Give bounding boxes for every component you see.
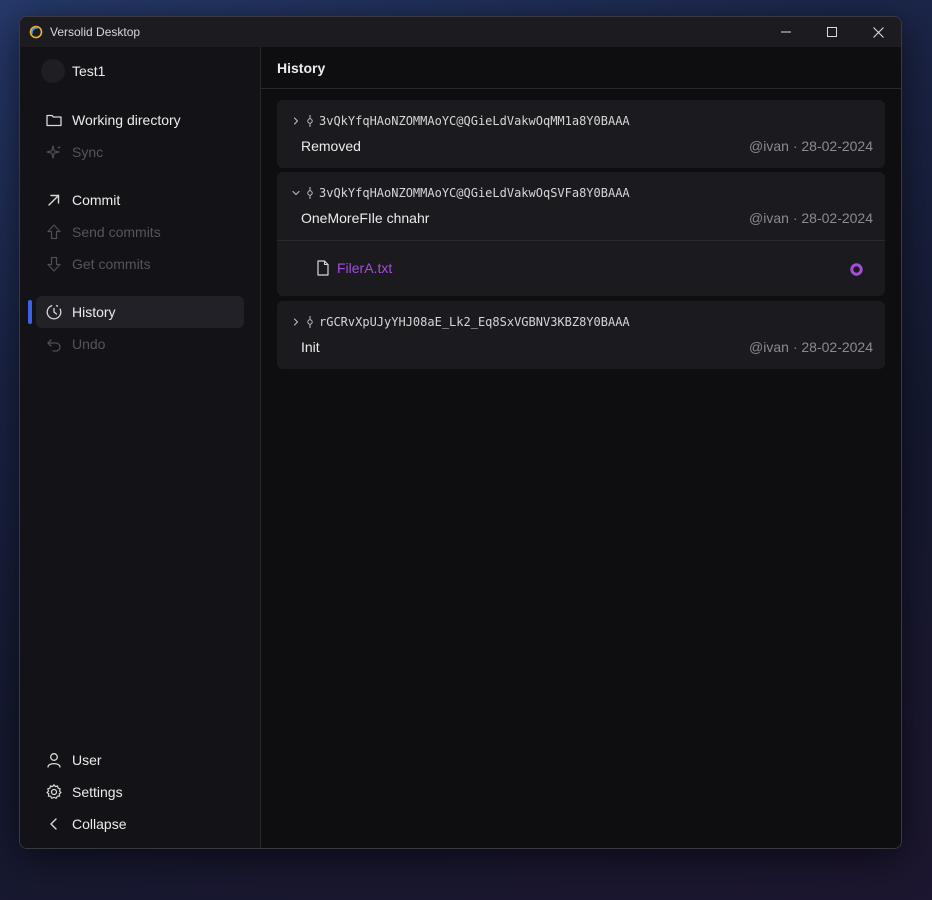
sidebar-item-working-directory[interactable]: Working directory [36,104,244,136]
sidebar-item-get-commits: Get commits [36,248,244,280]
commit-icon [305,187,315,199]
maximize-icon [827,27,837,37]
sidebar-item-label: User [72,752,102,768]
sidebar-item-history[interactable]: History [36,296,244,328]
commit-header[interactable]: 3vQkYfqHAoNZOMMAoYC@QGieLdVakwOqMM1a8Y0B… [277,100,885,168]
arrow-up-outline-icon [45,223,63,241]
chevron-down-icon[interactable] [291,188,301,198]
minimize-icon [781,31,791,33]
sidebar-item-label: Send commits [72,224,161,240]
commit-meta: @ivan · 28-02-2024 [749,339,873,355]
sidebar: Test1 Working directory Sync Commit Send… [20,47,261,848]
maximize-button[interactable] [809,17,855,47]
sidebar-item-label: Commit [72,192,121,208]
folder-icon [45,111,63,129]
sidebar-item-label: Get commits [72,256,151,272]
commit-id: 3vQkYfqHAoNZOMMAoYC@QGieLdVakwOqSVFa8Y0B… [319,186,630,200]
file-item[interactable]: FilerA.txt [315,260,392,276]
sidebar-item-user[interactable]: User [36,744,244,776]
user-icon [45,751,63,769]
main-header: History [261,47,901,89]
gear-icon [45,783,63,801]
sidebar-item-undo: Undo [36,328,244,360]
close-button[interactable] [855,17,901,47]
commit-id: rGCRvXpUJyYHJ08aE_Lk2_Eq8SxVGBNV3KBZ8Y0B… [319,315,630,329]
avatar [41,59,65,83]
commit-meta: @ivan · 28-02-2024 [749,210,873,226]
commit-icon [305,115,315,127]
close-icon [872,26,884,38]
window-controls [763,17,901,47]
app-logo-icon [29,25,43,39]
main-panel: History 3vQkYfqHAoNZOMMAoYC@QGieLdVakwOq… [261,47,901,848]
sparkle-icon [45,143,63,161]
history-icon [45,303,63,321]
sidebar-item-label: Collapse [72,816,127,832]
modified-status-icon [850,263,863,276]
page-title: History [277,59,326,76]
sidebar-item-label: Undo [72,336,106,352]
chevron-right-icon[interactable] [291,116,301,126]
sidebar-item-commit[interactable]: Commit [36,184,244,216]
commit-card[interactable]: 3vQkYfqHAoNZOMMAoYC@QGieLdVakwOqSVFa8Y0B… [277,172,885,296]
chevron-right-icon[interactable] [291,317,301,327]
minimize-button[interactable] [763,17,809,47]
sidebar-item-sync: Sync [36,136,244,168]
sidebar-item-send-commits: Send commits [36,216,244,248]
window-title: Versolid Desktop [50,25,141,39]
commit-card[interactable]: 3vQkYfqHAoNZOMMAoYC@QGieLdVakwOqMM1a8Y0B… [277,100,885,168]
commit-id: 3vQkYfqHAoNZOMMAoYC@QGieLdVakwOqMM1a8Y0B… [319,114,630,128]
title-bar: Versolid Desktop [20,17,901,47]
chevron-left-icon [45,815,63,833]
arrow-down-outline-icon [45,255,63,273]
commit-card[interactable]: rGCRvXpUJyYHJ08aE_Lk2_Eq8SxVGBNV3KBZ8Y0B… [277,301,885,369]
commit-file-list: FilerA.txt [277,240,885,296]
account-switcher[interactable]: Test1 [41,59,105,83]
sidebar-item-label: Settings [72,784,123,800]
sidebar-item-label: Working directory [72,112,181,128]
file-name: FilerA.txt [337,260,393,276]
commit-message: Init [301,339,320,355]
sidebar-item-label: History [72,304,116,320]
undo-icon [45,335,63,353]
file-icon [315,260,331,276]
commit-message: OneMoreFIle chnahr [301,210,430,226]
arrow-up-right-icon [45,191,63,209]
account-name: Test1 [72,63,106,79]
app-window: Versolid Desktop Test1 Working directory… [19,16,902,849]
commit-header[interactable]: 3vQkYfqHAoNZOMMAoYC@QGieLdVakwOqSVFa8Y0B… [277,172,885,240]
commit-header[interactable]: rGCRvXpUJyYHJ08aE_Lk2_Eq8SxVGBNV3KBZ8Y0B… [277,301,885,369]
sidebar-item-collapse[interactable]: Collapse [36,808,244,840]
commit-icon [305,316,315,328]
commit-message: Removed [301,138,361,154]
sidebar-item-settings[interactable]: Settings [36,776,244,808]
active-indicator [28,300,32,324]
sidebar-item-label: Sync [72,144,104,160]
commit-meta: @ivan · 28-02-2024 [749,138,873,154]
